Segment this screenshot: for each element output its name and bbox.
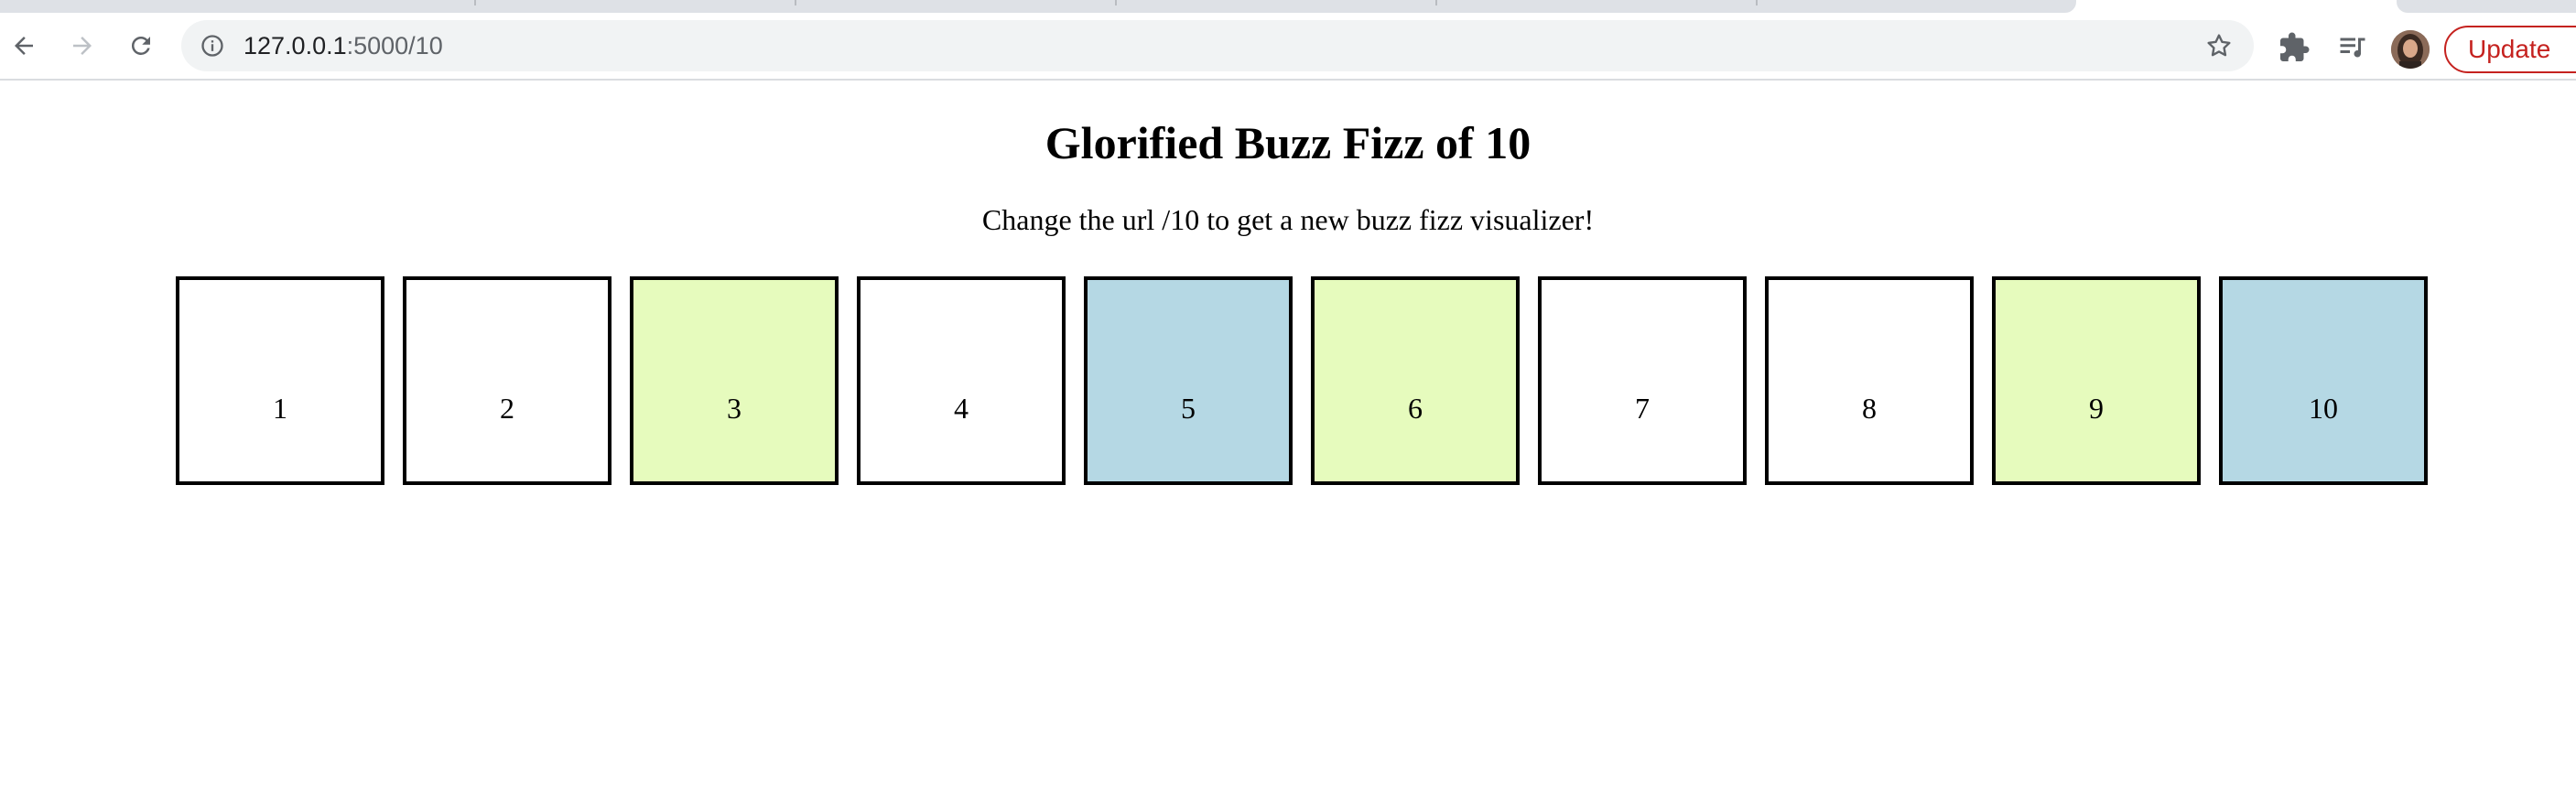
arrow-right-icon: [73, 37, 92, 55]
grid-cell: 2: [403, 276, 612, 485]
url-path: :5000/10: [346, 32, 443, 59]
grid-cell: 10: [2219, 276, 2428, 485]
reload-icon: [131, 36, 150, 55]
grid-cell: 1: [176, 276, 384, 485]
address-bar[interactable]: 127.0.0.1:5000/10: [181, 20, 2254, 71]
grid-cell: 6: [1311, 276, 1520, 485]
cell-number: 9: [2089, 392, 2104, 425]
tab-separator: [474, 0, 476, 5]
page-subtitle: Change the url /10 to get a new buzz fiz…: [981, 203, 1595, 236]
profile-photo: [2391, 30, 2430, 69]
tab-separator: [1756, 0, 1758, 5]
grid-cell: 9: [1992, 276, 2201, 485]
page-content: Glorified Buzz Fizz of 10 Change the url…: [0, 81, 2576, 787]
star-icon[interactable]: [2204, 31, 2234, 60]
tab-separator: [1435, 0, 1437, 5]
url-text[interactable]: 127.0.0.1:5000/10: [244, 20, 443, 71]
url-host: 127.0.0.1: [244, 32, 347, 59]
tab-bar-right[interactable]: [2397, 0, 2576, 13]
cell-number: 5: [1181, 392, 1196, 425]
update-button[interactable]: Update: [2444, 26, 2576, 73]
back-button[interactable]: [4, 26, 44, 66]
forward-button[interactable]: [62, 26, 103, 66]
avatar[interactable]: [2391, 30, 2430, 69]
arrow-left-icon: [15, 37, 33, 55]
tab-separator: [795, 0, 796, 5]
reload-button[interactable]: [121, 26, 161, 66]
cell-number: 7: [1635, 392, 1650, 425]
tab-bar[interactable]: [0, 0, 2076, 13]
cell-number: 6: [1408, 392, 1423, 425]
cell-number: 10: [2309, 392, 2338, 425]
grid-cell: 3: [630, 276, 839, 485]
page-title: Glorified Buzz Fizz of 10: [1044, 117, 1532, 168]
puzzle-icon[interactable]: [2278, 31, 2311, 64]
cell-number: 4: [954, 392, 969, 425]
tab-separator: [1115, 0, 1117, 5]
grid-cell: 5: [1084, 276, 1293, 485]
cell-number: 1: [273, 392, 287, 425]
info-icon[interactable]: [200, 33, 225, 59]
grid-cell: 7: [1538, 276, 1747, 485]
cell-number: 2: [500, 392, 514, 425]
grid-cell: 8: [1765, 276, 1974, 485]
grid-cell: 4: [857, 276, 1066, 485]
buzz-fizz-grid: 1 2 3 4 5 6 7 8 9 10: [176, 276, 2428, 485]
browser-toolbar: 127.0.0.1:5000/10 Update: [0, 13, 2576, 81]
cell-number: 3: [727, 392, 741, 425]
cell-number: 8: [1862, 392, 1877, 425]
tab-strip: [0, 0, 2576, 13]
playlist-icon[interactable]: [2336, 31, 2369, 64]
